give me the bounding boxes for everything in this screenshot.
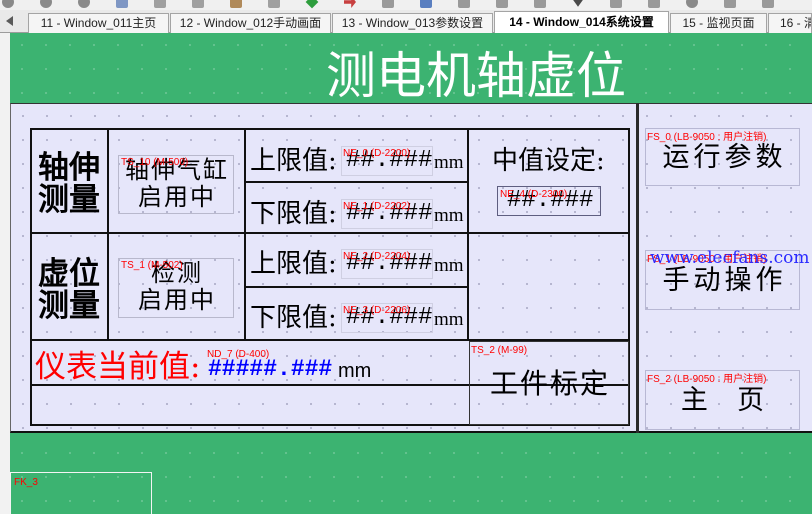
play-upper-limit-label: 上限值: (250, 249, 337, 279)
button-label: 运行参数 (662, 142, 787, 173)
home-page-button[interactable]: FS_2 (LB-9050 : 用户注销) 主 页 (645, 370, 800, 430)
square-icon[interactable] (382, 0, 394, 8)
button-label: 主 页 (680, 385, 769, 416)
object-tag: NE_2 (D-2204) (343, 251, 411, 262)
tab-label: 15 - 监视页面 (682, 16, 755, 30)
square-icon[interactable] (268, 0, 280, 8)
object-tag: NE_3 (D-2206) (343, 305, 411, 316)
square-icon[interactable] (610, 0, 622, 8)
circle-icon[interactable] (40, 0, 52, 8)
shaft-lower-limit-label: 下限值: (250, 199, 337, 229)
object-tag: TS_10 (M-500) (121, 157, 189, 168)
square-icon[interactable] (496, 0, 508, 8)
tab-window-014[interactable]: 14 - Window_014系统设置 (494, 11, 669, 33)
unit-label: mm (434, 152, 464, 173)
panel-divider (636, 103, 639, 433)
tab-label: 12 - Window_012手动画面 (179, 16, 322, 30)
square-icon[interactable] (762, 0, 774, 8)
square-icon[interactable] (724, 0, 736, 8)
unit-label: mm (434, 205, 464, 226)
watermark-text: www.elecfans.com (650, 248, 810, 268)
object-tag: ND_7 (D-400) (207, 349, 270, 360)
tab-label: 16 - 清 (780, 16, 811, 30)
screen-title: 测电机轴虚位 (326, 47, 626, 105)
object-tag: NE_1 (D-2202) (343, 201, 411, 212)
hmi-editor-window: 11 - Window_011主页 12 - Window_012手动画面 13… (0, 0, 812, 514)
row-label-line: 轴伸 (38, 150, 100, 186)
square-icon[interactable] (534, 0, 546, 8)
chevron-down-icon[interactable] (572, 0, 584, 7)
unit-label: mm (434, 309, 464, 330)
detect-toggle[interactable]: TS_1 (M-502) 检测 启用中 (118, 258, 234, 318)
square-icon[interactable] (116, 0, 128, 8)
object-tag: NE_4 (D-2300) (500, 189, 568, 200)
shaft-upper-limit-label: 上限值: (250, 146, 337, 176)
tab-window-012[interactable]: 12 - Window_012手动画面 (170, 13, 331, 33)
table-column-divider (467, 128, 469, 340)
square-icon[interactable] (192, 0, 204, 8)
tab-window-016[interactable]: 16 - 清 (768, 13, 812, 33)
play-measure-label: 虚位 测量 (30, 258, 108, 322)
shaft-lower-limit-input[interactable]: NE_1 (D-2202) ##.### (341, 199, 433, 229)
object-tag: FK_3 (14, 477, 38, 488)
play-lower-limit-input[interactable]: NE_3 (D-2206) ##.### (341, 303, 433, 333)
shaft-cylinder-toggle[interactable]: TS_10 (M-500) 轴伸气缸 启用中 (118, 155, 234, 214)
workpiece-calibrate-button[interactable]: TS_2 (M-99) 工件标定 (469, 341, 629, 425)
square-icon[interactable] (420, 0, 432, 8)
tab-label: 11 - Window_011主页 (40, 16, 157, 30)
tab-window-011[interactable]: 11 - Window_011主页 (28, 13, 169, 33)
table-row-divider (30, 232, 630, 234)
row-label-line: 虚位 (38, 256, 100, 292)
scroll-left-icon[interactable] (6, 16, 13, 26)
circle-icon[interactable] (2, 0, 14, 8)
table-column-divider (244, 128, 246, 340)
tab-label: 14 - Window_014系统设置 (509, 15, 654, 29)
table-subrow-divider (245, 286, 468, 288)
square-icon[interactable] (648, 0, 660, 8)
object-tag: FS_0 (LB-9050 : 用户注销) (647, 132, 767, 143)
square-icon[interactable] (230, 0, 242, 8)
shaft-upper-limit-input[interactable]: NE_0 (D-2200) ##.### (341, 146, 433, 176)
row-label-line: 测量 (38, 288, 100, 324)
play-lower-limit-label: 下限值: (250, 303, 337, 333)
diamond-icon[interactable] (305, 0, 319, 9)
object-tag: NE_0 (D-2200) (343, 148, 411, 159)
status-line: 启用中 (138, 286, 216, 314)
status-line: 启用中 (138, 183, 216, 211)
circle-icon[interactable] (78, 0, 90, 8)
run-params-button[interactable]: FS_0 (LB-9050 : 用户注销) 运行参数 (645, 128, 800, 186)
tab-label: 13 - Window_013参数设置 (341, 16, 484, 30)
circle-icon[interactable] (686, 0, 698, 8)
square-icon[interactable] (458, 0, 470, 8)
object-tag: FS_2 (LB-9050 : 用户注销) (647, 374, 767, 385)
square-icon[interactable] (154, 0, 166, 8)
object-tag: TS_1 (M-502) (121, 260, 183, 271)
arrow-icon[interactable] (344, 0, 356, 8)
tab-window-013[interactable]: 13 - Window_013参数设置 (332, 13, 493, 33)
function-key-frame[interactable]: FK_3 (10, 472, 152, 514)
row-label-line: 测量 (38, 182, 100, 218)
window-tab-bar: 11 - Window_011主页 12 - Window_012手动画面 13… (0, 10, 812, 33)
table-subrow-divider (245, 181, 468, 183)
calibrate-label: 工件标定 (489, 367, 610, 400)
mid-value-input[interactable]: NE_4 (D-2300) ##.### (497, 186, 601, 216)
tab-window-015[interactable]: 15 - 监视页面 (670, 13, 767, 33)
shaft-measure-label: 轴伸 测量 (30, 152, 108, 216)
play-upper-limit-input[interactable]: NE_2 (D-2204) ##.### (341, 249, 433, 279)
mid-value-label: 中值设定: (492, 146, 605, 176)
toolbar (0, 0, 812, 10)
object-tag: TS_2 (M-99) (471, 345, 528, 356)
unit-label: mm (434, 255, 464, 276)
meter-current-label: 仪表当前值: (35, 349, 201, 385)
meter-unit-label: mm (338, 360, 372, 382)
button-label: 手动操作 (662, 265, 787, 296)
